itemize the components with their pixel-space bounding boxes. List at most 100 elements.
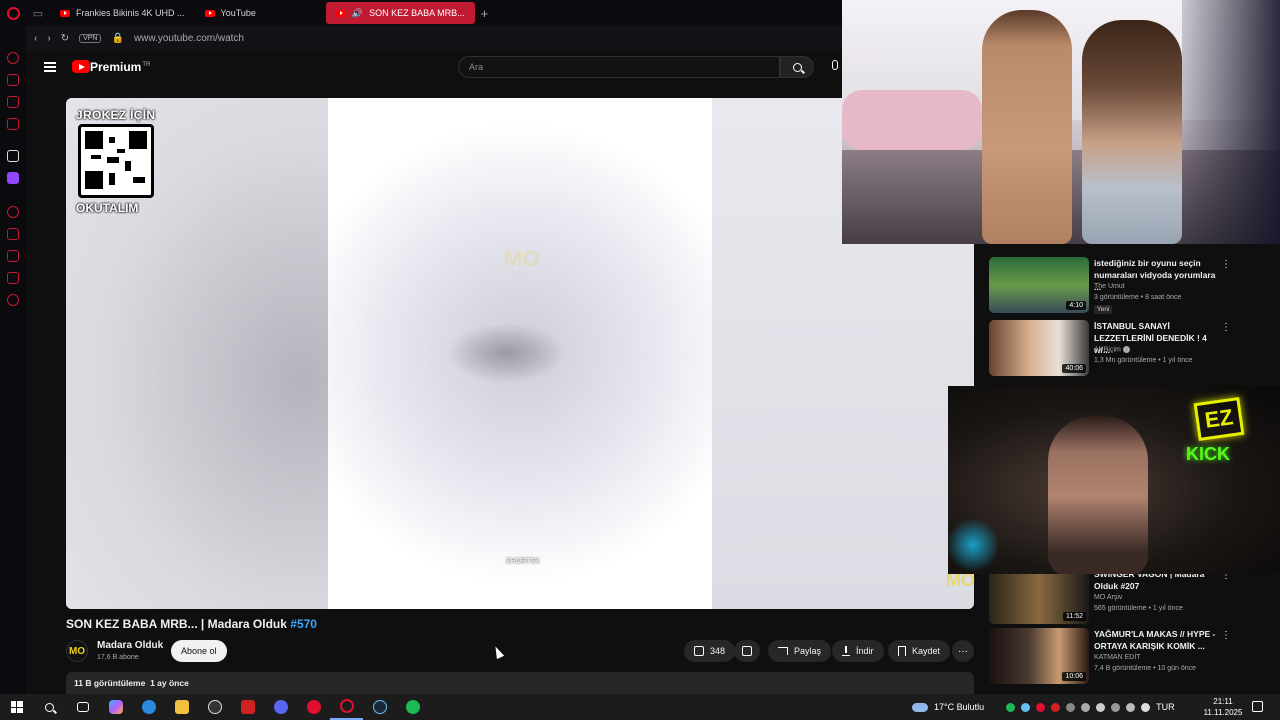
rec-menu-icon[interactable]: ⋮ (1221, 322, 1231, 333)
channel-name[interactable]: Madara Olduk (97, 640, 163, 651)
hamburger-menu-icon[interactable] (44, 62, 56, 72)
youtube-logo-icon[interactable] (72, 60, 90, 73)
recommendation-item[interactable]: 40:06 İSTANBUL SANAYİ LEZZETLERİNİ DENED… (989, 320, 1231, 378)
upload-age: 1 ay önce (150, 678, 189, 688)
rec-channel[interactable]: Ali Biçim (1094, 346, 1130, 353)
new-badge: Yeni (1094, 305, 1113, 314)
screen: ▭ Frankies Bikinis 4K UHD ... YouTube 🔊 … (0, 0, 1280, 720)
reload-icon[interactable]: ↻ (61, 33, 69, 44)
edge-icon[interactable] (132, 694, 165, 720)
copilot-icon[interactable] (99, 694, 132, 720)
tab-active-video[interactable]: 🔊 SON KEZ BABA MRB... (325, 2, 475, 24)
weather-text[interactable]: 17°C Bulutlu (934, 702, 984, 712)
opera-logo-icon[interactable] (0, 0, 26, 26)
url-field[interactable]: www.youtube.com/watch (134, 33, 244, 44)
video-thumbnail[interactable]: 4:10 (989, 257, 1089, 313)
rec-meta: 3 görüntüleme • 8 saat önce (1094, 294, 1182, 301)
channel-avatar[interactable]: MO (66, 640, 88, 662)
recommendation-item[interactable]: 11:52 SWINGER VAGON | Madara Olduk #207 … (989, 568, 1231, 626)
obs-icon[interactable] (198, 694, 231, 720)
workspaces-icon[interactable]: ▭ (26, 7, 50, 20)
opera-gx-icon[interactable] (297, 694, 330, 720)
recommendation-item[interactable]: 4:10 istediğiniz bir oyunu seçin numaral… (989, 257, 1231, 315)
steam-icon[interactable] (363, 694, 396, 720)
video-thumbnail[interactable]: 11:52 (989, 568, 1089, 624)
rec-menu-icon[interactable]: ⋮ (1221, 630, 1231, 641)
duration-badge: 10:06 (1062, 672, 1086, 681)
dislike-button[interactable] (734, 640, 760, 662)
aria-icon[interactable] (7, 52, 19, 64)
opera-tray-icon[interactable] (1036, 702, 1046, 712)
view-count: 11 B görüntüleme (74, 678, 146, 688)
search-taskbar-icon[interactable] (33, 694, 66, 720)
recommendation-item[interactable]: 10:06 YAĞMUR'LA MAKAS // HYPE - ORTAYA K… (989, 628, 1231, 686)
spotify-icon[interactable] (396, 694, 429, 720)
history-icon[interactable] (7, 206, 19, 218)
task-view-icon[interactable] (66, 694, 99, 720)
description-box[interactable]: 11 B görüntüleme 1 ay önce (66, 672, 974, 694)
streamer-webcam: EZ KICK (948, 386, 1280, 574)
new-tab-button[interactable]: + (475, 6, 495, 21)
rec-channel[interactable]: KATMAN EDİT (1094, 654, 1141, 661)
more-actions-button[interactable]: ··· (952, 640, 974, 662)
downloads-icon[interactable] (7, 250, 19, 262)
back-icon[interactable]: ‹ (34, 33, 37, 44)
opera-icon[interactable] (330, 694, 363, 720)
forward-icon[interactable]: › (47, 33, 50, 44)
like-button[interactable]: 348 (684, 640, 736, 662)
language-indicator[interactable]: TUR (1156, 702, 1175, 712)
battery-tray-icon[interactable] (1111, 702, 1121, 712)
rec-channel[interactable]: MO Arşiv (1094, 594, 1122, 601)
file-explorer-icon[interactable] (165, 694, 198, 720)
duration-badge: 40:06 (1062, 364, 1086, 373)
voice-app-icon[interactable] (231, 694, 264, 720)
hashtag-link[interactable]: #570 (290, 617, 317, 631)
video-player[interactable]: JROKEZ İÇİN OKUTALIM MO SHORTSK (66, 98, 974, 609)
microphone-tray-icon[interactable] (1096, 702, 1106, 712)
spotify-tray-icon[interactable] (1006, 702, 1016, 712)
discord-icon[interactable] (264, 694, 297, 720)
overlay-figure (1082, 20, 1182, 244)
microphone-icon[interactable] (832, 60, 838, 70)
volume-tray-icon[interactable] (1141, 702, 1151, 712)
download-icon (842, 646, 850, 656)
messenger-icon[interactable] (7, 74, 19, 86)
extensions-icon[interactable] (7, 272, 19, 284)
verified-icon (1122, 346, 1130, 353)
wifi-tray-icon[interactable] (1126, 702, 1136, 712)
overlay-shadow (1182, 0, 1280, 244)
light-glow (948, 516, 998, 574)
search-button[interactable] (780, 56, 814, 78)
clock[interactable]: 21:11 11.11.2025 (1200, 696, 1246, 718)
rec-channel[interactable]: The Umut (1094, 283, 1125, 290)
rec-menu-icon[interactable]: ⋮ (1221, 259, 1231, 270)
twitch-icon[interactable] (7, 172, 19, 184)
tab-youtube[interactable]: YouTube (195, 2, 266, 24)
player-icon[interactable] (7, 118, 19, 130)
download-button[interactable]: İndir (832, 640, 884, 662)
tab-frankies[interactable]: Frankies Bikinis 4K UHD ... (50, 2, 195, 24)
rec-title[interactable]: YAĞMUR'LA MAKAS // HYPE - ORTAYA KARIŞIK… (1094, 628, 1216, 652)
share-button[interactable]: Paylaş (768, 640, 832, 662)
weather-cloud-icon[interactable] (912, 702, 928, 712)
crypto-icon[interactable] (7, 150, 19, 162)
duration-badge: 4:10 (1066, 301, 1086, 310)
shield-tray-icon[interactable] (1081, 702, 1091, 712)
youtube-brand[interactable]: PremiumTR (90, 60, 150, 74)
video-thumbnail[interactable]: 40:06 (989, 320, 1089, 376)
save-button[interactable]: Kaydet (888, 640, 951, 662)
settings-icon[interactable] (7, 294, 19, 306)
steam-tray-icon[interactable] (1021, 702, 1031, 712)
vpn-badge[interactable]: VPN (79, 33, 102, 43)
app-tray-icon[interactable] (1051, 702, 1061, 712)
search-input[interactable]: Ara (458, 56, 780, 78)
video-thumbnail[interactable]: 10:06 (989, 628, 1089, 684)
share-icon (778, 647, 788, 655)
instagram-icon[interactable] (7, 96, 19, 108)
notification-icon[interactable] (1252, 701, 1263, 712)
clock-date: 11.11.2025 (1203, 708, 1243, 717)
start-button[interactable] (0, 694, 33, 720)
subscribe-button[interactable]: Abone ol (171, 640, 227, 662)
network-tray-icon[interactable] (1066, 702, 1076, 712)
bookmarks-icon[interactable] (7, 228, 19, 240)
